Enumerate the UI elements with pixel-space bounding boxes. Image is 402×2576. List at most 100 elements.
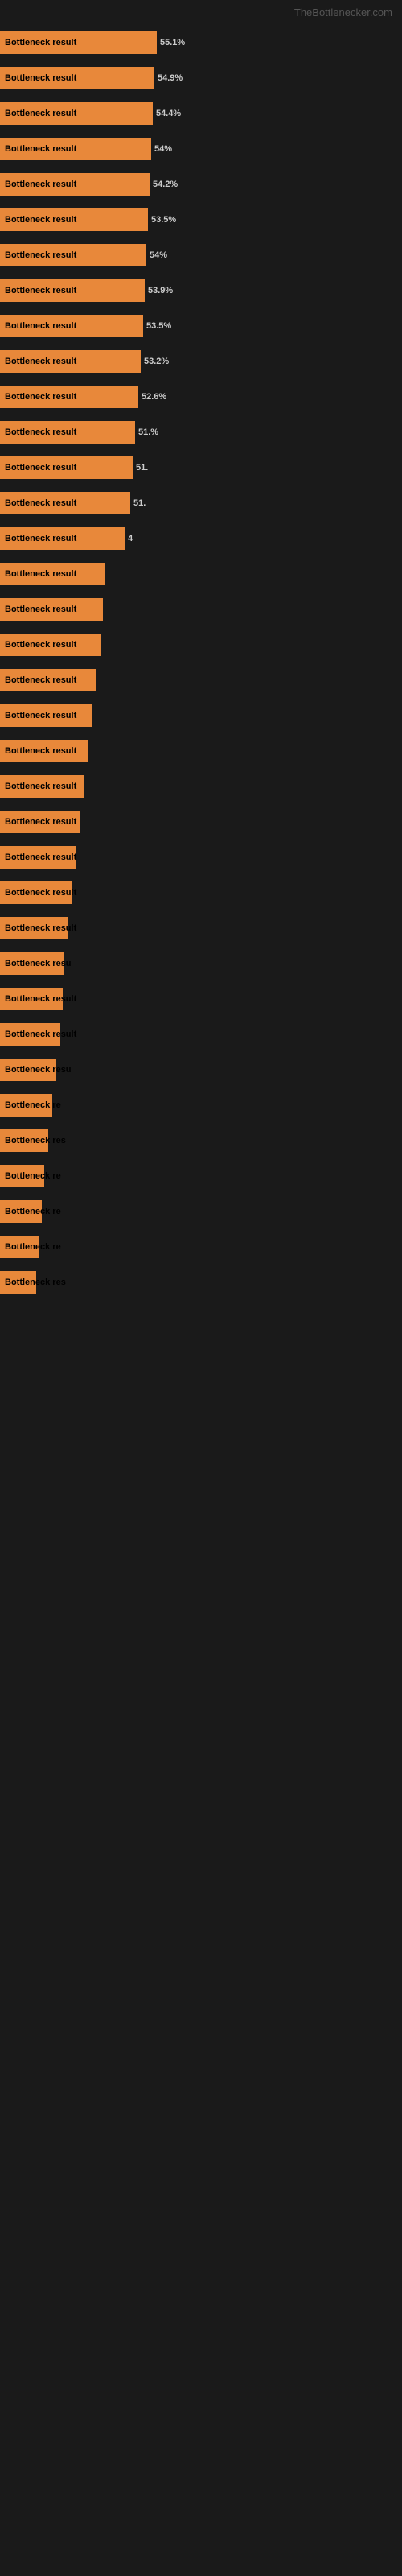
bar-label-text: Bottleneck re <box>3 1171 61 1181</box>
bar-fill: Bottleneck result <box>0 350 141 373</box>
bar-row: Bottleneck result <box>0 561 402 587</box>
bar-value-text: 4 <box>128 534 133 543</box>
bar-fill: Bottleneck result <box>0 492 130 514</box>
bar-row: Bottleneck res <box>0 1128 402 1154</box>
bar-fill: Bottleneck result <box>0 244 146 266</box>
bar-label-text: Bottleneck result <box>3 392 76 402</box>
bar-fill: Bottleneck result <box>0 775 84 798</box>
bar-row: Bottleneck result 55.1% <box>0 30 402 56</box>
bar-value-text: 51. <box>133 498 146 508</box>
bar-label-text: Bottleneck result <box>3 180 76 189</box>
bar-fill: Bottleneck result <box>0 279 145 302</box>
bar-label-text: Bottleneck result <box>3 498 76 508</box>
bar-fill: Bottleneck re <box>0 1236 39 1258</box>
bar-row: Bottleneck result <box>0 986 402 1012</box>
bar-row: Bottleneck result 51.% <box>0 419 402 445</box>
bar-fill: Bottleneck result <box>0 421 135 444</box>
bar-row: Bottleneck result 51. <box>0 455 402 481</box>
bar-value-text: 54% <box>150 250 167 260</box>
bar-fill: Bottleneck result <box>0 386 138 408</box>
bar-label-text: Bottleneck result <box>3 463 76 473</box>
bar-label-text: Bottleneck result <box>3 109 76 118</box>
bar-fill: Bottleneck result <box>0 208 148 231</box>
bar-value-text: 53.2% <box>144 357 169 366</box>
bar-fill: Bottleneck result <box>0 881 72 904</box>
bar-fill: Bottleneck result <box>0 67 154 89</box>
bar-row: Bottleneck result <box>0 880 402 906</box>
site-title: TheBottlenecker.com <box>294 6 392 19</box>
bar-label-text: Bottleneck result <box>3 605 76 614</box>
bar-fill: Bottleneck result <box>0 704 92 727</box>
bar-row: Bottleneck re <box>0 1234 402 1260</box>
bar-label-text: Bottleneck res <box>3 1278 66 1287</box>
bar-row: Bottleneck result <box>0 738 402 764</box>
bar-label-text: Bottleneck re <box>3 1100 61 1110</box>
bar-label-text: Bottleneck result <box>3 640 76 650</box>
bar-fill: Bottleneck result <box>0 563 105 585</box>
bar-row: Bottleneck re <box>0 1199 402 1224</box>
bar-fill: Bottleneck result <box>0 598 103 621</box>
bar-label-text: Bottleneck result <box>3 427 76 437</box>
bar-value-text: 52.6% <box>142 392 166 402</box>
bar-value-text: 54.9% <box>158 73 183 83</box>
bar-label-text: Bottleneck result <box>3 215 76 225</box>
bar-label-text: Bottleneck result <box>3 38 76 47</box>
bar-label-text: Bottleneck resu <box>3 1065 72 1075</box>
bar-fill: Bottleneck result <box>0 173 150 196</box>
bar-label-text: Bottleneck result <box>3 782 76 791</box>
bar-row: Bottleneck result <box>0 703 402 729</box>
bar-value-text: 51.% <box>138 427 158 437</box>
bar-label-text: Bottleneck resu <box>3 959 72 968</box>
bar-label-text: Bottleneck result <box>3 286 76 295</box>
bar-fill: Bottleneck result <box>0 102 153 125</box>
bar-value-text: 54.2% <box>153 180 178 189</box>
bar-row: Bottleneck result <box>0 597 402 622</box>
bar-label-text: Bottleneck result <box>3 711 76 720</box>
bar-fill: Bottleneck resu <box>0 1059 56 1081</box>
bar-list: Bottleneck result55.1%Bottleneck result5… <box>0 22 402 1295</box>
bar-row: Bottleneck result 54.9% <box>0 65 402 91</box>
bar-value-text: 53.5% <box>146 321 171 331</box>
bar-fill: Bottleneck result <box>0 634 100 656</box>
bar-row: Bottleneck result 53.2% <box>0 349 402 374</box>
bar-row: Bottleneck result 53.9% <box>0 278 402 303</box>
bar-row: Bottleneck result4 <box>0 526 402 551</box>
bar-fill: Bottleneck result <box>0 31 157 54</box>
bar-label-text: Bottleneck result <box>3 923 76 933</box>
bar-fill: Bottleneck result <box>0 138 151 160</box>
bar-row: Bottleneck result <box>0 774 402 799</box>
bar-row: Bottleneck result <box>0 632 402 658</box>
bar-row: Bottleneck res <box>0 1269 402 1295</box>
bar-fill: Bottleneck result <box>0 527 125 550</box>
bar-row: Bottleneck result 54% <box>0 242 402 268</box>
bar-fill: Bottleneck result <box>0 811 80 833</box>
bar-value-text: 53.9% <box>148 286 173 295</box>
bar-fill: Bottleneck result <box>0 1023 60 1046</box>
bar-value-text: 53.5% <box>151 215 176 225</box>
bar-row: Bottleneck result <box>0 1022 402 1047</box>
bar-fill: Bottleneck result <box>0 740 88 762</box>
bar-fill: Bottleneck result <box>0 669 96 691</box>
bar-row: Bottleneck result <box>0 915 402 941</box>
bar-label-text: Bottleneck result <box>3 746 76 756</box>
bar-label-text: Bottleneck result <box>3 569 76 579</box>
bar-row: Bottleneck result54.4% <box>0 101 402 126</box>
bar-fill: Bottleneck result <box>0 456 133 479</box>
bar-label-text: Bottleneck result <box>3 321 76 331</box>
bar-fill: Bottleneck result <box>0 315 143 337</box>
bar-value-text: 51. <box>136 463 148 473</box>
bar-fill: Bottleneck re <box>0 1094 52 1117</box>
bar-row: Bottleneck result54% <box>0 136 402 162</box>
bar-fill: Bottleneck res <box>0 1129 48 1152</box>
bar-fill: Bottleneck re <box>0 1165 44 1187</box>
bar-value-text: 55.1% <box>160 38 185 47</box>
header: TheBottlenecker.com <box>0 0 402 22</box>
bar-row: Bottleneck re <box>0 1092 402 1118</box>
bar-row: Bottleneck result <box>0 809 402 835</box>
bar-row: Bottleneck result 51. <box>0 490 402 516</box>
bar-row: Bottleneck result 52.6% <box>0 384 402 410</box>
bar-label-text: Bottleneck result <box>3 994 76 1004</box>
bar-fill: Bottleneck result <box>0 846 76 869</box>
bar-label-text: Bottleneck result <box>3 852 76 862</box>
bar-label-text: Bottleneck result <box>3 357 76 366</box>
